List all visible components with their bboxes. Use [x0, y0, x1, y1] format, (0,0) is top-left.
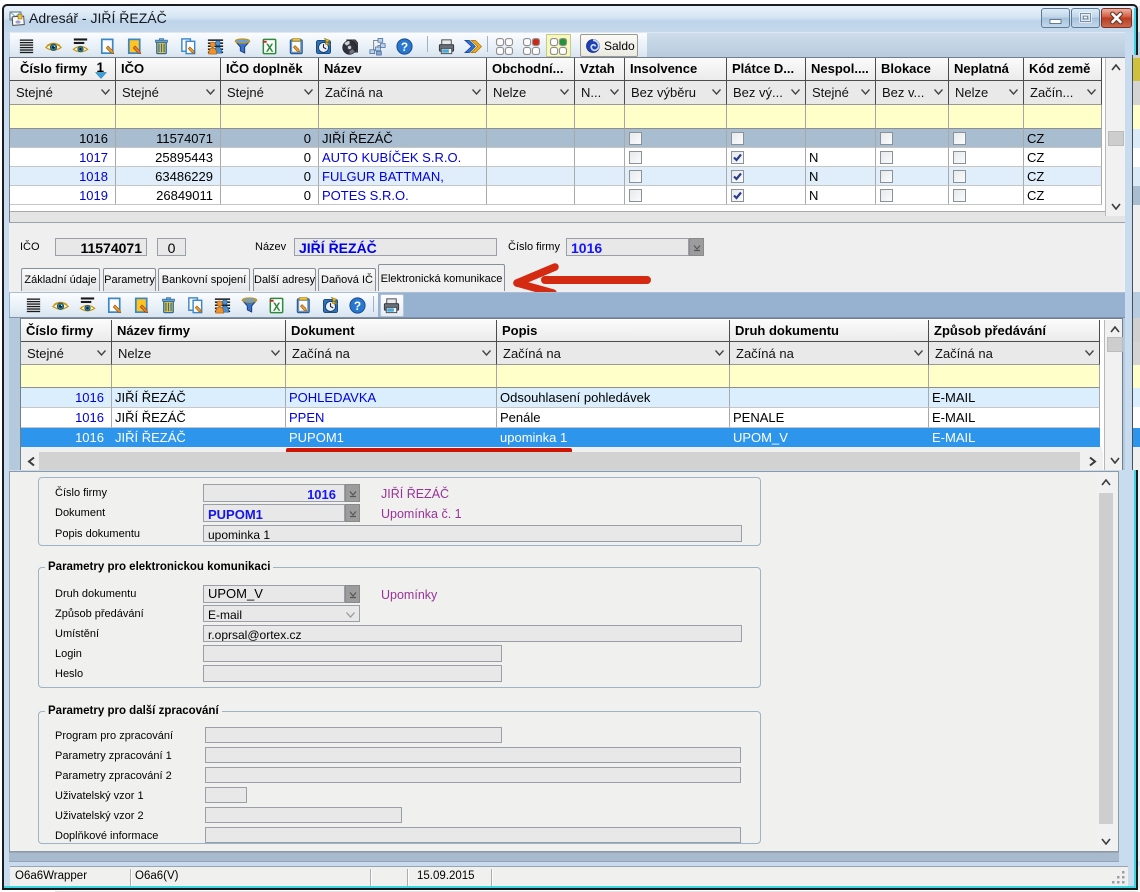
svg-text:?: ?	[354, 299, 361, 313]
svg-text:?: ?	[401, 40, 408, 54]
